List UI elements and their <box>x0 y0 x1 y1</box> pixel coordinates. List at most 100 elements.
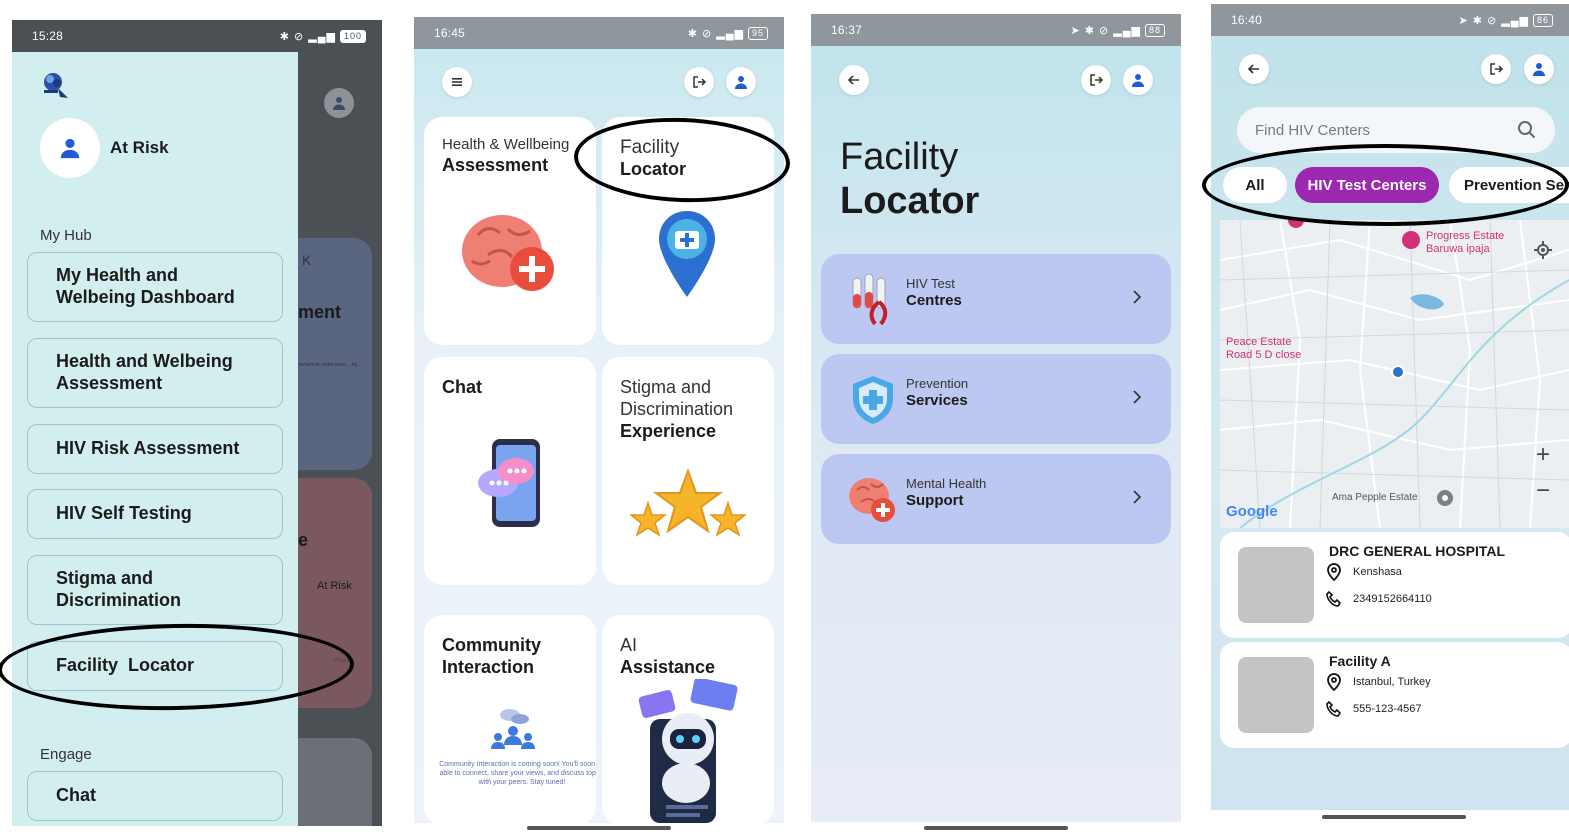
tile-stigma-discrimination[interactable]: Stigma and Discrimination Experience <box>602 357 774 585</box>
home-indicator <box>527 826 671 830</box>
logout-icon <box>1090 74 1104 86</box>
tile-title: Experience <box>620 421 717 441</box>
menu-item-hiv-risk-assessment[interactable]: HIV Risk Assessment <box>27 424 283 474</box>
status-icons: ➤ ✱ ⊘ ▂▄▆ 88 <box>1070 23 1165 37</box>
facility-image-placeholder <box>1238 547 1314 623</box>
facility-image-placeholder <box>1238 657 1314 733</box>
hamburger-icon <box>452 78 462 86</box>
facility-card[interactable]: Facility A Istanbul, Turkey 555-123-4567 <box>1220 642 1569 748</box>
tile-health-assessment[interactable]: Health & Wellbeing Assessment <box>424 117 596 345</box>
facility-phone: 2349152664110 <box>1353 593 1432 605</box>
brain-plus-icon <box>849 478 895 522</box>
community-people-icon <box>491 709 535 749</box>
menu-item-label: HIV Self Testing <box>56 503 192 524</box>
zoom-in-button[interactable]: + <box>1529 442 1557 470</box>
service-card-mental-health-support[interactable]: Mental Health Support <box>821 454 1171 544</box>
drawer-screen: 15:28 ✱ ⊘ ▂▄▆ 100 ment K ssment to under… <box>12 20 382 826</box>
tile-chat[interactable]: Chat <box>424 357 596 585</box>
search-icon[interactable] <box>1517 120 1537 140</box>
menu-item-label: Stigma and Discrimination <box>56 568 182 610</box>
status-bar: 16:45 ✱ ⊘ ▂▄▆ 95 <box>414 17 784 49</box>
stars-rating-icon <box>630 469 746 537</box>
zoom-out-button[interactable]: − <box>1529 478 1557 506</box>
tile-subtitle: Discrimination <box>620 399 734 419</box>
status-icons: ✱ ⊘ ▂▄▆ 95 <box>688 26 768 40</box>
facility-locator-screen: 16:37 ➤ ✱ ⊘ ▂▄▆ 88 Facility Locator HIV … <box>811 14 1181 822</box>
logout-button[interactable] <box>684 67 714 97</box>
test-tubes-ribbon-icon <box>852 273 888 326</box>
logout-button[interactable] <box>1481 54 1511 84</box>
status-time: 16:45 <box>434 26 466 40</box>
menu-item-dashboard[interactable]: My Health and Welbeing Dashboard <box>27 252 283 322</box>
logout-button[interactable] <box>1081 65 1111 95</box>
service-subtitle: HIV Test <box>906 276 955 291</box>
map-place-label: Baruwa ipaja <box>1426 243 1490 255</box>
menu-item-stigma-discrimination[interactable]: Stigma and Discrimination <box>27 555 283 625</box>
menu-item-hiv-self-testing[interactable]: HIV Self Testing <box>27 489 283 539</box>
service-card-hiv-test-centres[interactable]: HIV Test Centres <box>821 254 1171 344</box>
menu-item-facility-locator[interactable]: Facility Locator <box>27 641 283 691</box>
map-view[interactable]: Progress Estate Baruwa ipaja Peace Estat… <box>1220 220 1569 528</box>
facility-location: Istanbul, Turkey <box>1353 676 1431 688</box>
chip-label: HIV Test Centers <box>1307 176 1427 194</box>
tile-facility-locator[interactable]: Facility Locator <box>602 117 774 345</box>
search-bar <box>1237 107 1555 153</box>
map-place-label: Progress Estate <box>1426 230 1505 242</box>
filter-chip-all[interactable]: All <box>1223 167 1287 203</box>
my-location-button[interactable] <box>1529 240 1557 268</box>
location-pin-icon <box>1327 673 1341 691</box>
filter-chip-prevention-services[interactable]: Prevention Ser <box>1449 167 1569 203</box>
tile-community-interaction[interactable]: Community Interaction Community Interact… <box>424 615 596 823</box>
tile-title: Assessment <box>442 155 549 175</box>
facility-card[interactable]: DRC GENERAL HOSPITAL Kenshasa 2349152664… <box>1220 532 1569 638</box>
tile-title: Community <box>442 635 541 655</box>
back-button[interactable] <box>1239 54 1269 84</box>
page-title-bold: Locator <box>840 180 980 222</box>
background-text: ssment to understand ...ng. <box>298 362 359 368</box>
facility-phone: 555-123-4567 <box>1353 703 1422 715</box>
service-subtitle: Prevention <box>906 376 969 391</box>
plus-icon: + <box>1535 441 1550 468</box>
menu-item-label: Facility Locator <box>56 655 195 676</box>
tile-ai-assistance[interactable]: AI Assistance <box>602 615 774 823</box>
home-indicator <box>924 826 1068 830</box>
filter-chip-hiv-test-centers[interactable]: HIV Test Centers <box>1295 167 1439 203</box>
battery-indicator: 100 <box>339 29 366 43</box>
home-indicator <box>1322 815 1466 819</box>
profile-button[interactable] <box>1123 65 1153 95</box>
status-bar: 16:40 ➤ ✱ ⊘ ▂▄▆ 86 <box>1211 4 1569 36</box>
background-text: e <box>298 530 309 550</box>
arrow-left-icon <box>847 75 859 85</box>
shield-plus-icon <box>853 376 893 424</box>
service-card-prevention-services[interactable]: Prevention Services <box>821 354 1171 444</box>
battery-indicator: 88 <box>1144 23 1165 37</box>
tile-subtitle: Facility <box>620 137 680 158</box>
logout-icon <box>1490 63 1504 75</box>
profile-icon <box>735 76 747 89</box>
chip-label: All <box>1245 176 1265 194</box>
hiv-centers-map-screen: 16:40 ➤ ✱ ⊘ ▂▄▆ 86 All HIV Test Centers … <box>1211 4 1569 810</box>
service-title: Services <box>906 392 968 409</box>
background-text: ment <box>298 302 342 322</box>
home-screen: 16:45 ✱ ⊘ ▂▄▆ 95 Health & Wellbeing Asse… <box>414 17 784 823</box>
robot-assistant-icon <box>638 679 738 823</box>
facility-phone-row: 2349152664110 <box>1325 590 1432 608</box>
user-avatar[interactable] <box>40 118 100 178</box>
background-text: Phone <box>334 658 352 664</box>
search-input[interactable] <box>1255 121 1517 139</box>
facility-name: DRC GENERAL HOSPITAL <box>1329 543 1506 559</box>
chevron-right-icon <box>1133 490 1142 504</box>
navigation-drawer: At Risk My Hub My Health and Welbeing Da… <box>12 52 298 826</box>
profile-button[interactable] <box>1524 54 1554 84</box>
menu-item-health-assessment[interactable]: Health and Welbeing Assessment <box>27 338 283 408</box>
section-label-my-hub: My Hub <box>40 227 92 244</box>
tile-subtitle: AI <box>620 635 638 655</box>
logout-icon <box>693 76 707 88</box>
menu-item-chat[interactable]: Chat <box>27 771 283 821</box>
status-icons: ✱ ⊘ ▂▄▆ 100 <box>280 29 366 43</box>
service-title: Support <box>906 492 964 509</box>
back-button[interactable] <box>839 65 869 95</box>
menu-button[interactable] <box>442 67 472 97</box>
tile-subtitle: Stigma and <box>620 377 712 397</box>
profile-button[interactable] <box>726 67 756 97</box>
